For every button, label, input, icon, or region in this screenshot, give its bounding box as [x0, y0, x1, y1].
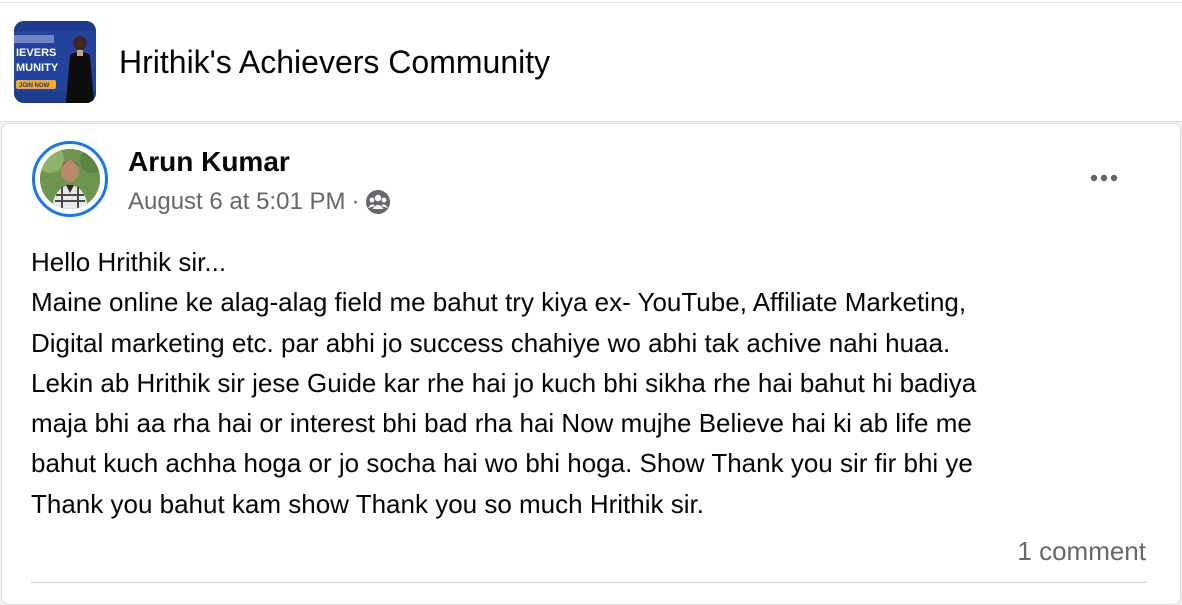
- thumbnail-text-line1: IEVERS: [16, 47, 56, 59]
- post-line: Lekin ab Hrithik sir jese Guide kar rhe …: [31, 367, 977, 398]
- group-thumbnail[interactable]: IEVERS MUNITY JOIN NOW: [14, 21, 96, 103]
- thumbnail-text-line2: MUNITY: [16, 62, 59, 74]
- group-members-icon[interactable]: [365, 189, 391, 215]
- post-meta: August 6 at 5:01 PM ·: [128, 188, 391, 216]
- group-name[interactable]: Hrithik's Achievers Community: [119, 44, 550, 81]
- avatar-photo: [40, 149, 100, 209]
- post-line: Thank you bahut kam show Thank you so mu…: [31, 488, 704, 519]
- more-options-button[interactable]: [1086, 160, 1122, 196]
- post-line: Maine online ke alag-alag field me bahut…: [31, 287, 967, 318]
- group-thumbnail-image: IEVERS MUNITY JOIN NOW: [14, 21, 96, 103]
- top-divider: [0, 2, 1182, 3]
- post-timestamp[interactable]: August 6 at 5:01 PM: [128, 188, 345, 216]
- group-header: IEVERS MUNITY JOIN NOW Hrithik's Achieve…: [0, 0, 1182, 122]
- author-name[interactable]: Arun Kumar: [128, 146, 290, 178]
- post-line: bahut kuch achha hoga or jo socha hai wo…: [31, 448, 973, 479]
- comment-count-link[interactable]: 1 comment: [1017, 536, 1146, 567]
- post-body: Hello Hrithik sir... Maine online ke ala…: [31, 242, 1161, 524]
- more-options-icon: [1090, 174, 1118, 182]
- post-line: maja bhi aa rha hai or interest bhi bad …: [31, 408, 972, 439]
- post-line: Digital marketing etc. par abhi jo succe…: [31, 327, 951, 358]
- post-divider: [31, 582, 1147, 583]
- meta-separator: ·: [351, 188, 360, 215]
- post-line: Hello Hrithik sir...: [31, 247, 227, 277]
- author-avatar[interactable]: [32, 141, 108, 217]
- thumbnail-cta: JOIN NOW: [19, 83, 50, 89]
